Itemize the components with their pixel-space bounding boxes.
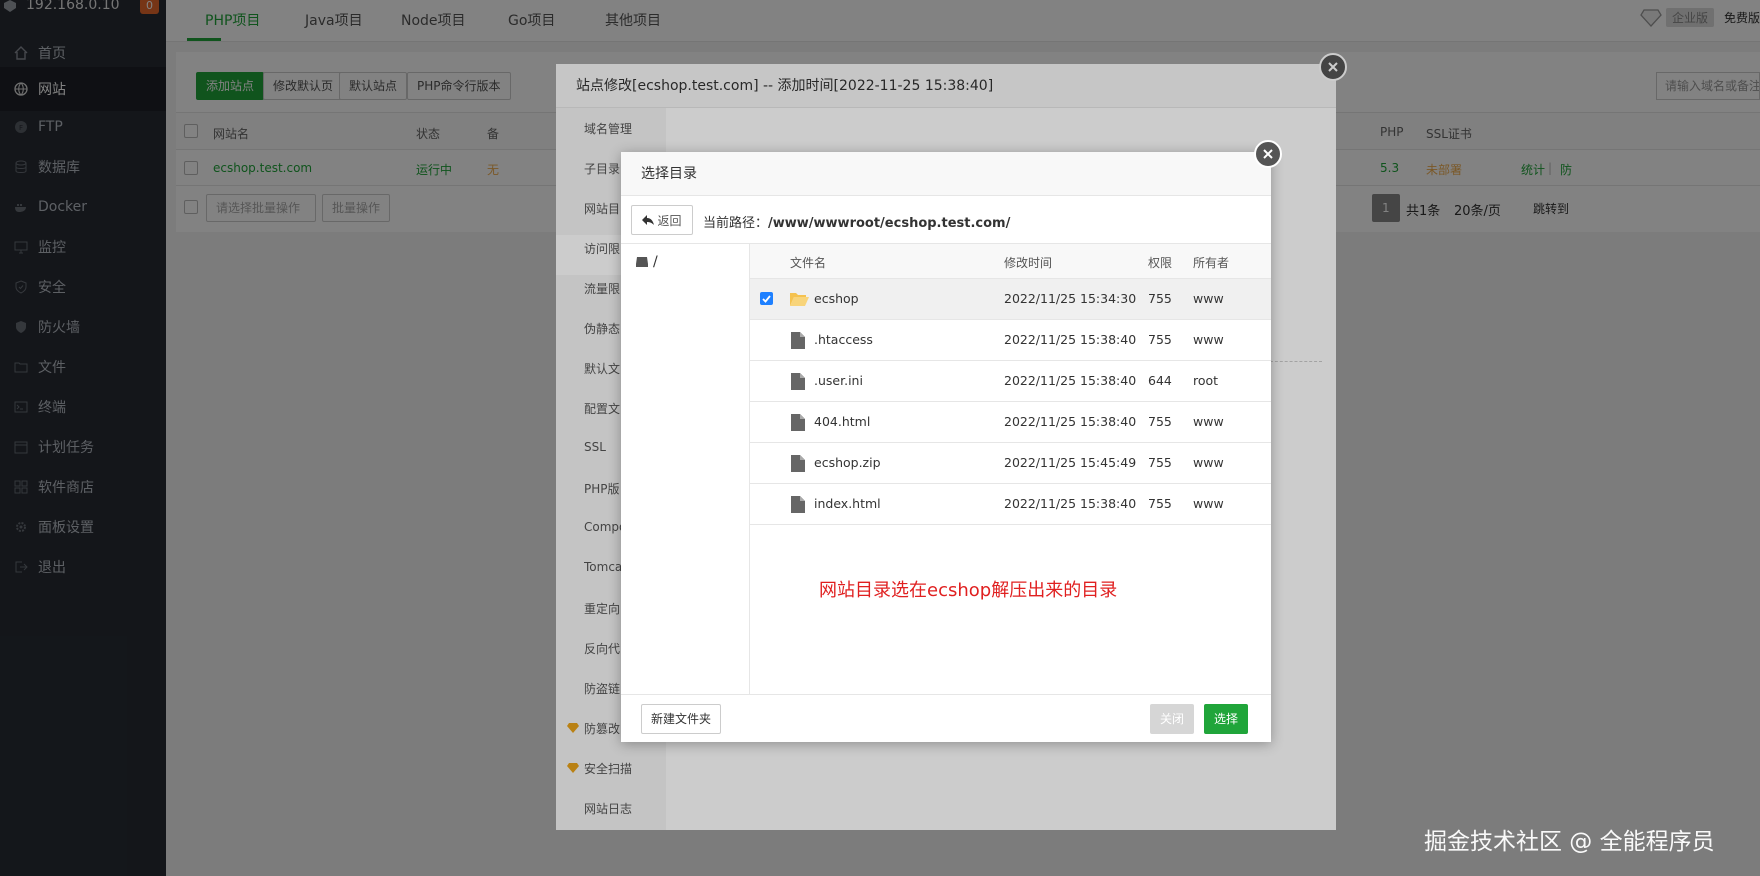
file-perm: 755 <box>1148 496 1172 511</box>
folder-open-icon <box>789 291 809 307</box>
file-name: ecshop.zip <box>814 455 881 470</box>
file-icon <box>791 455 805 472</box>
file-name: 404.html <box>814 414 871 429</box>
file-perm: 755 <box>1148 414 1172 429</box>
col-owner[interactable]: 所有者 <box>1193 254 1229 271</box>
file-perm: 755 <box>1148 291 1172 306</box>
file-mtime: 2022/11/25 15:45:49 <box>1004 455 1137 470</box>
file-row-ecshop[interactable]: ecshop 2022/11/25 15:34:30 755 www <box>750 279 1271 320</box>
col-mtime[interactable]: 修改时间 <box>1004 254 1052 271</box>
file-icon <box>791 496 805 513</box>
file-perm: 755 <box>1148 332 1172 347</box>
file-row-zip[interactable]: ecshop.zip 2022/11/25 15:45:49 755 www <box>750 443 1271 484</box>
file-name: index.html <box>814 496 881 511</box>
col-perm[interactable]: 权限 <box>1148 254 1172 271</box>
col-filename[interactable]: 文件名 <box>790 254 826 271</box>
path-value: /www/wwwroot/ecshop.test.com/ <box>768 216 1011 231</box>
file-row-userini[interactable]: .user.ini 2022/11/25 15:38:40 644 root <box>750 361 1271 402</box>
back-label: 返回 <box>657 213 682 228</box>
select-directory-modal: 选择目录 返回 当前路径：/www/wwwroot/ecshop.test.co… <box>621 152 1271 742</box>
file-icon <box>791 332 805 349</box>
drive-icon <box>636 257 648 267</box>
file-icon <box>791 373 805 390</box>
close-icon <box>1263 149 1273 159</box>
file-row-index[interactable]: index.html 2022/11/25 15:38:40 755 www <box>750 484 1271 525</box>
file-name: .htaccess <box>814 332 873 347</box>
file-icon <box>791 414 805 431</box>
back-button[interactable]: 返回 <box>631 205 693 235</box>
dir-modal-footer: 新建文件夹 关闭 选择 <box>621 694 1271 742</box>
file-mtime: 2022/11/25 15:34:30 <box>1004 291 1137 306</box>
back-arrow-icon <box>642 215 655 225</box>
row-checkbox-checked[interactable] <box>760 292 773 305</box>
select-button[interactable]: 选择 <box>1204 704 1249 734</box>
watermark: 掘金技术社区 @ 全能程序员 <box>1424 829 1715 855</box>
file-owner: www <box>1193 496 1224 511</box>
close-button[interactable]: 关闭 <box>1150 704 1195 734</box>
select-directory-title: 选择目录 <box>621 152 1271 196</box>
file-mtime: 2022/11/25 15:38:40 <box>1004 496 1137 511</box>
tree-root-label: / <box>653 254 658 270</box>
path-label: 当前路径： <box>703 216 769 231</box>
file-owner: www <box>1193 455 1224 470</box>
file-list-header: 文件名 修改时间 权限 所有者 <box>750 244 1271 279</box>
file-list: 文件名 修改时间 权限 所有者 ecshop 2022/11/25 15:34:… <box>750 244 1271 525</box>
file-mtime: 2022/11/25 15:38:40 <box>1004 332 1137 347</box>
file-owner: www <box>1193 332 1224 347</box>
file-owner: root <box>1193 373 1219 388</box>
file-row-404[interactable]: 404.html 2022/11/25 15:38:40 755 www <box>750 402 1271 443</box>
file-mtime: 2022/11/25 15:38:40 <box>1004 414 1137 429</box>
file-owner: www <box>1193 291 1224 306</box>
file-perm: 644 <box>1148 373 1172 388</box>
directory-tree: / <box>621 244 750 694</box>
tree-root[interactable]: / <box>635 254 658 270</box>
current-path: 当前路径：/www/wwwroot/ecshop.test.com/ <box>703 212 1010 231</box>
new-folder-button[interactable]: 新建文件夹 <box>641 704 722 734</box>
file-name: ecshop <box>814 291 859 306</box>
file-owner: www <box>1193 414 1224 429</box>
check-icon <box>762 294 771 303</box>
file-mtime: 2022/11/25 15:38:40 <box>1004 373 1137 388</box>
file-name: .user.ini <box>814 373 863 388</box>
file-perm: 755 <box>1148 455 1172 470</box>
path-bar: 返回 当前路径：/www/wwwroot/ecshop.test.com/ <box>621 196 1271 244</box>
close-dir-modal-button[interactable] <box>1254 140 1282 168</box>
file-row-htaccess[interactable]: .htaccess 2022/11/25 15:38:40 755 www <box>750 320 1271 361</box>
annotation-note: 网站目录选在ecshop解压出来的目录 <box>819 580 1118 601</box>
